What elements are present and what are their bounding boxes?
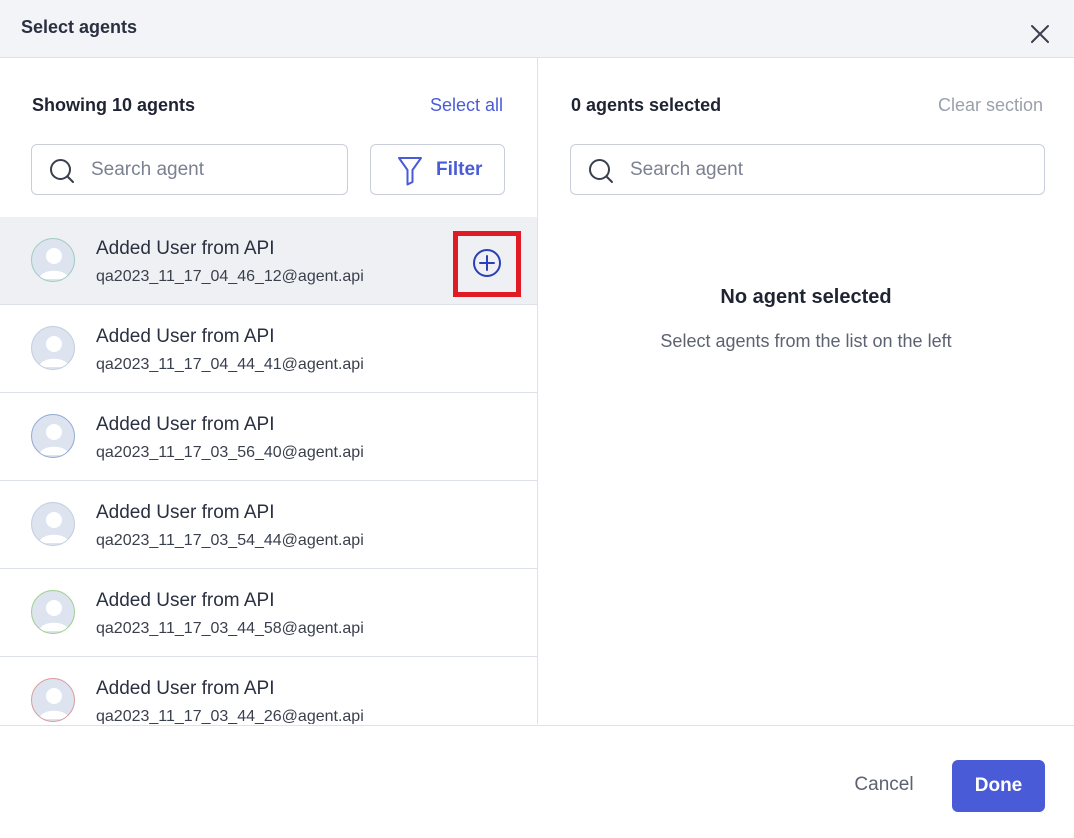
avatar: [31, 414, 75, 458]
close-button[interactable]: [1028, 22, 1052, 46]
agent-list-item[interactable]: Added User from API qa2023_11_17_04_46_1…: [0, 217, 537, 305]
highlight-frame: [453, 231, 521, 297]
agent-name: Added User from API: [96, 502, 275, 523]
close-icon: [1031, 25, 1049, 43]
agent-list-item[interactable]: Added User from API qa2023_11_17_04_44_4…: [0, 305, 537, 393]
agent-email: qa2023_11_17_04_46_12@agent.api: [96, 268, 364, 285]
dialog-header: Select agents: [0, 0, 1074, 58]
clear-section-link[interactable]: Clear section: [938, 95, 1043, 116]
left-search-box: [31, 144, 348, 195]
left-search-input[interactable]: [91, 157, 336, 183]
agents-count-label: Showing 10 agents: [32, 95, 196, 115]
dialog-footer: Cancel Done: [0, 725, 1074, 838]
filter-button[interactable]: Filter: [370, 144, 505, 195]
agent-email: qa2023_11_17_03_44_58@agent.api: [96, 620, 364, 637]
avatar: [31, 238, 75, 282]
agent-email: qa2023_11_17_03_56_40@agent.api: [96, 444, 364, 461]
agent-email: qa2023_11_17_03_54_44@agent.api: [96, 532, 364, 549]
agent-name: Added User from API: [96, 414, 275, 435]
add-agent-button[interactable]: [472, 248, 502, 278]
cancel-button[interactable]: Cancel: [838, 760, 930, 810]
agent-name: Added User from API: [96, 326, 275, 347]
search-icon: [50, 159, 74, 183]
available-agents-panel: Showing 10 agents Select all Filter: [0, 58, 538, 724]
agent-email: qa2023_11_17_04_44_41@agent.api: [96, 356, 364, 373]
user-avatar-icon: [39, 512, 69, 543]
agent-name: Added User from API: [96, 238, 275, 259]
agent-list-item[interactable]: Added User from API qa2023_11_17_03_56_4…: [0, 393, 537, 481]
selected-count-label: 0 agents selected: [571, 95, 722, 115]
avatar: [31, 326, 75, 370]
agent-email: qa2023_11_17_03_44_26@agent.api: [96, 708, 364, 724]
filter-label: Filter: [436, 159, 483, 180]
user-avatar-icon: [39, 248, 69, 279]
user-avatar-icon: [39, 600, 69, 631]
selected-agents-panel: 0 agents selected Clear section No agent…: [538, 58, 1074, 724]
empty-state-title: No agent selected: [720, 286, 892, 308]
agent-list: Added User from API qa2023_11_17_04_46_1…: [0, 217, 537, 724]
search-icon: [589, 159, 613, 183]
agent-name: Added User from API: [96, 590, 275, 611]
funnel-icon: [398, 157, 422, 186]
avatar: [31, 590, 75, 634]
user-avatar-icon: [39, 424, 69, 455]
agent-list-item[interactable]: Added User from API qa2023_11_17_03_44_2…: [0, 657, 537, 724]
avatar: [31, 502, 75, 546]
done-button[interactable]: Done: [952, 760, 1045, 812]
right-search-box: [570, 144, 1045, 195]
agent-list-item[interactable]: Added User from API qa2023_11_17_03_44_5…: [0, 569, 537, 657]
avatar: [31, 678, 75, 722]
select-agents-dialog: Select agents Showing 10 agents Select a…: [0, 0, 1074, 838]
plus-circle-icon: [473, 249, 501, 277]
user-avatar-icon: [39, 336, 69, 367]
user-avatar-icon: [39, 688, 69, 719]
agent-list-item[interactable]: Added User from API qa2023_11_17_03_54_4…: [0, 481, 537, 569]
dialog-title: Select agents: [21, 17, 138, 37]
select-all-link[interactable]: Select all: [430, 95, 503, 116]
agent-name: Added User from API: [96, 678, 275, 699]
empty-state-subtitle: Select agents from the list on the left: [660, 331, 952, 351]
right-search-input[interactable]: [630, 157, 1033, 183]
